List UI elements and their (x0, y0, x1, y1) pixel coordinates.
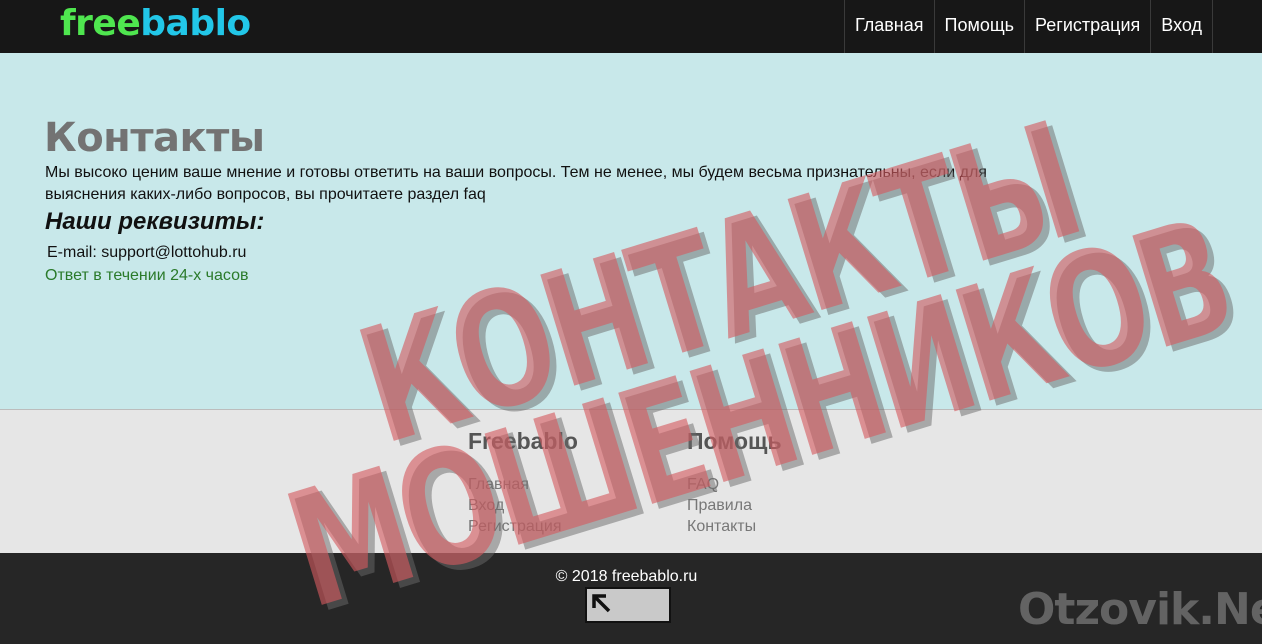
email-label: E-mail: (47, 244, 97, 261)
reply-time-text: Ответ в течении 24-х часов (45, 267, 249, 284)
footer-link-rules[interactable]: Правила (687, 495, 782, 516)
nav-link-help[interactable]: Помощь (935, 0, 1026, 53)
main-nav: Главная Помощь Регистрация Вход (843, 0, 1213, 53)
footer-link-faq[interactable]: FAQ (687, 474, 782, 495)
logo-text-bablo: bablo (140, 3, 251, 44)
top-navbar: freebablo Главная Помощь Регистрация Вхо… (0, 0, 1262, 53)
footer-link-contacts[interactable]: Контакты (687, 516, 782, 537)
site-logo[interactable]: freebablo (60, 2, 251, 46)
footer-column-help: Помощь FAQ Правила Контакты (687, 426, 782, 537)
nav-link-register[interactable]: Регистрация (1025, 0, 1152, 53)
scroll-to-top-button[interactable] (585, 587, 671, 623)
logo-text-free: free (60, 3, 141, 44)
intro-text: Мы высоко ценим ваше мнение и готовы отв… (45, 164, 987, 203)
footer-column-title: Freebablo (468, 428, 578, 454)
footer-link-home[interactable]: Главная (468, 474, 578, 495)
footer-column-freebablo: Freebablo Главная Вход Регистрация (468, 426, 578, 537)
footer-links: Freebablo Главная Вход Регистрация Помощ… (0, 410, 1262, 553)
page-title: Контакты (44, 115, 265, 161)
email-value[interactable]: support@lottohub.ru (101, 244, 246, 261)
footer-link-login[interactable]: Вход (468, 495, 578, 516)
bottom-bar: © 2018 freebablo.ru (0, 553, 1262, 644)
nav-link-login[interactable]: Вход (1151, 0, 1213, 53)
contacts-section: Контакты Мы высоко ценим ваше мнение и г… (0, 53, 1262, 410)
arrow-up-left-icon (592, 594, 611, 613)
footer-column-title: Помощь (687, 428, 782, 454)
email-line: E-mail: support@lottohub.ru (47, 242, 246, 264)
nav-link-home[interactable]: Главная (845, 0, 935, 53)
footer-link-register[interactable]: Регистрация (468, 516, 578, 537)
copyright-text: © 2018 freebablo.ru (555, 568, 698, 585)
requisites-heading: Наши реквизиты: (45, 208, 265, 235)
